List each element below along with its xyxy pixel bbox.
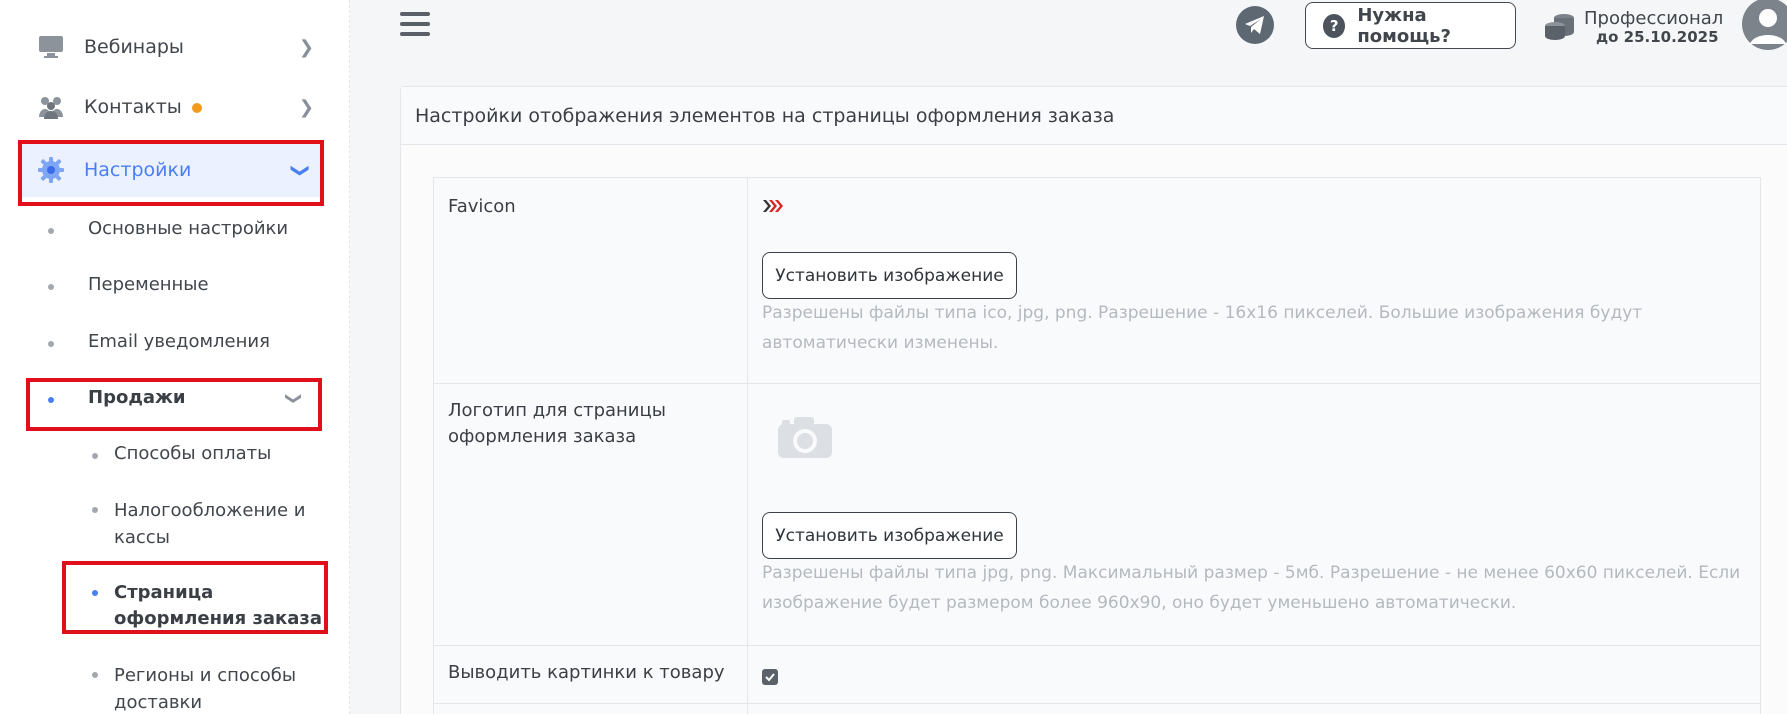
chevron-down-icon: ❯ [289,162,311,178]
sidebar: Вебинары ❯ Контакты ❯ Настройки ❯ Основн… [0,0,350,714]
row-label: Логотип для страницы оформления заказа [448,400,666,447]
settings-table: Favicon Установить изображение Разрешены… [433,177,1761,714]
set-favicon-button[interactable]: Установить изображение [762,252,1017,299]
monitor-icon [36,32,66,62]
set-logo-button[interactable]: Установить изображение [762,512,1017,559]
submenu-item-checkout-page[interactable]: Страница оформления заказа [90,580,322,634]
sidebar-item-webinars[interactable]: Вебинары ❯ [0,20,336,74]
user-avatar-icon [1742,0,1787,50]
chevron-right-icon: ❯ [298,36,314,58]
bullet [92,672,98,678]
table-row: Выводить картинки к товару [434,646,1760,704]
app-root: Вебинары ❯ Контакты ❯ Настройки ❯ Основн… [0,0,1787,714]
plan-expiry: до 25.10.2025 [1596,28,1719,46]
plan-status[interactable]: Профессионал до 25.10.2025 [1544,8,1724,48]
table-row [434,704,1760,714]
submenu-item-label: Налогообложение и кассы [114,500,306,548]
logo-hint: Разрешены файлы типа jpg, png. Максималь… [762,563,1741,613]
submenu-item-delivery-regions[interactable]: Регионы и способы доставки [90,662,320,714]
row-label: Favicon [448,196,516,217]
bullet [48,284,54,290]
gear-icon [36,155,66,185]
help-button-label: Нужна помощь? [1357,4,1451,47]
bullet [92,507,98,513]
bullet [92,453,98,459]
submenu-item-label: Продажи [88,387,186,408]
table-row: Favicon Установить изображение Разрешены… [434,178,1760,384]
chevron-down-icon: ❯ [285,391,305,406]
checkout-settings-panel: Настройки отображения элементов на стран… [400,86,1787,714]
bullet [48,228,54,234]
favicon-hint: Разрешены файлы типа ico, jpg, png. Разр… [762,303,1643,353]
show-product-images-checkbox[interactable] [762,669,778,685]
submenu-item-label: Страница оформления заказа [114,582,323,629]
panel-header: Настройки отображения элементов на стран… [401,87,1787,145]
panel-title: Настройки отображения элементов на стран… [415,105,1115,127]
submenu-item-sales[interactable]: Продажи ❯ [46,387,306,413]
bullet [48,397,54,403]
telegram-icon [1245,16,1264,34]
users-icon [36,92,66,122]
question-icon: ? [1323,13,1346,38]
bullet [92,590,98,596]
row-label: Выводить картинки к товару [448,662,725,683]
telegram-button[interactable] [1236,6,1274,44]
submenu-item-label: Регионы и способы доставки [114,665,297,713]
coins-icon [1545,14,1574,40]
sidebar-item-label: Настройки [84,159,192,181]
submenu-item-label: Переменные [88,274,209,295]
help-button[interactable]: ? Нужна помощь? [1305,2,1516,49]
menu-toggle-button[interactable] [400,12,430,38]
sidebar-item-label: Контакты [84,96,182,118]
sidebar-item-settings[interactable]: Настройки ❯ [22,143,320,197]
submenu-item-taxation[interactable]: Налогообложение и кассы [90,497,320,551]
submenu-item-label: Email уведомления [88,331,270,352]
avatar[interactable] [1740,0,1787,52]
submenu-item-label: Основные настройки [88,218,289,239]
bullet [48,341,54,347]
table-row: Логотип для страницы оформления заказа У… [434,384,1760,646]
sidebar-item-contacts[interactable]: Контакты ❯ [0,80,336,134]
plan-name: Профессионал [1584,8,1724,29]
sidebar-item-label: Вебинары [84,36,184,58]
chevron-right-icon: ❯ [298,96,314,118]
notification-dot [191,102,202,113]
camera-icon [776,414,834,464]
submenu-item-label: Способы оплаты [114,443,272,464]
checkmark-icon [765,673,775,682]
favicon-preview [762,198,784,217]
